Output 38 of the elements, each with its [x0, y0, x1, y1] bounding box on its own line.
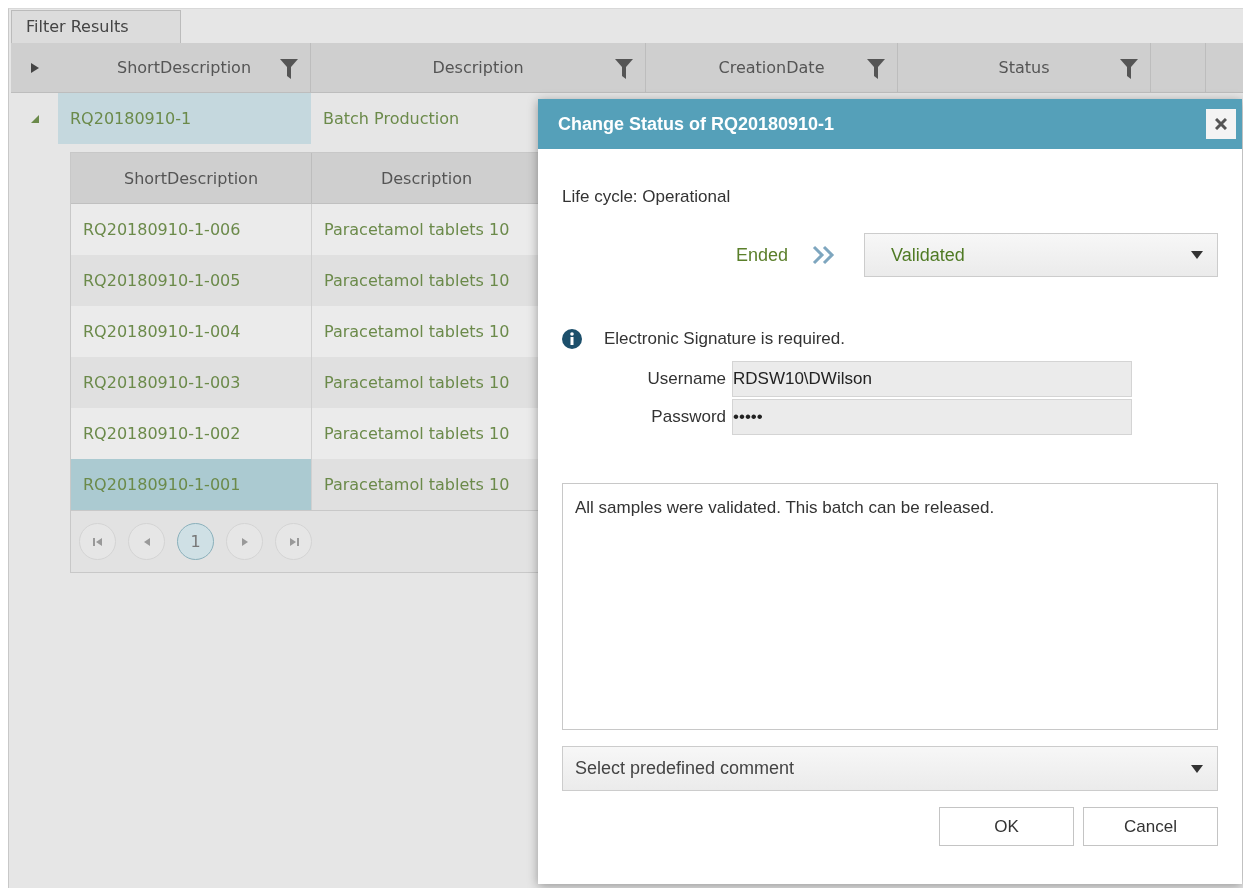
column-header[interactable]: Description — [432, 58, 524, 77]
password-label: Password — [650, 407, 726, 427]
username-field[interactable]: RDSW10\DWilson — [732, 361, 1132, 397]
filter-icon[interactable] — [280, 59, 298, 79]
life-cycle-label: Life cycle: Operational — [562, 187, 732, 207]
ok-button[interactable]: OK — [939, 807, 1074, 846]
expand-icon[interactable] — [30, 62, 39, 73]
page-button[interactable]: 1 — [177, 523, 214, 560]
table-cell: RQ20180910-1-001 — [71, 459, 312, 510]
collapse-icon[interactable] — [30, 114, 39, 123]
caret-icon — [1191, 764, 1203, 773]
table-cell: RQ20180910-1 — [58, 93, 311, 144]
column-header[interactable]: ShortDescription — [71, 153, 312, 203]
current-status: Ended — [734, 244, 788, 266]
filter-results-tab[interactable]: Filter Results — [11, 10, 181, 43]
predefined-comment-dropdown[interactable]: Select predefined comment — [562, 746, 1218, 791]
table-cell-text: Batch Production — [322, 108, 461, 130]
cancel-button[interactable]: Cancel — [1083, 807, 1218, 846]
column-header[interactable]: CreationDate — [718, 58, 825, 77]
filter-icon[interactable] — [615, 59, 633, 79]
username-label: Username — [646, 369, 726, 389]
status-dropdown[interactable]: Validated — [864, 233, 1218, 277]
comment-field[interactable]: All samples were validated. This batch can be released. — [562, 483, 1218, 730]
password-field[interactable]: ••••• — [732, 399, 1132, 435]
last-page-icon — [288, 536, 299, 547]
first-page-icon — [92, 536, 103, 547]
close-icon — [1215, 118, 1227, 130]
signature-note: Electronic Signature is required. — [604, 329, 845, 349]
dialog-title: Change Status of RQ20180910-1 — [558, 113, 835, 135]
column-header[interactable]: Status — [998, 58, 1050, 77]
close-button[interactable] — [1206, 109, 1236, 139]
column-header[interactable]: ShortDescription — [116, 58, 252, 77]
info-icon — [562, 329, 582, 349]
next-page-icon — [240, 536, 249, 547]
previous-page-icon — [142, 536, 151, 547]
caret-icon — [1191, 251, 1203, 259]
filter-icon[interactable] — [1120, 59, 1138, 79]
filter-icon[interactable] — [867, 59, 885, 79]
